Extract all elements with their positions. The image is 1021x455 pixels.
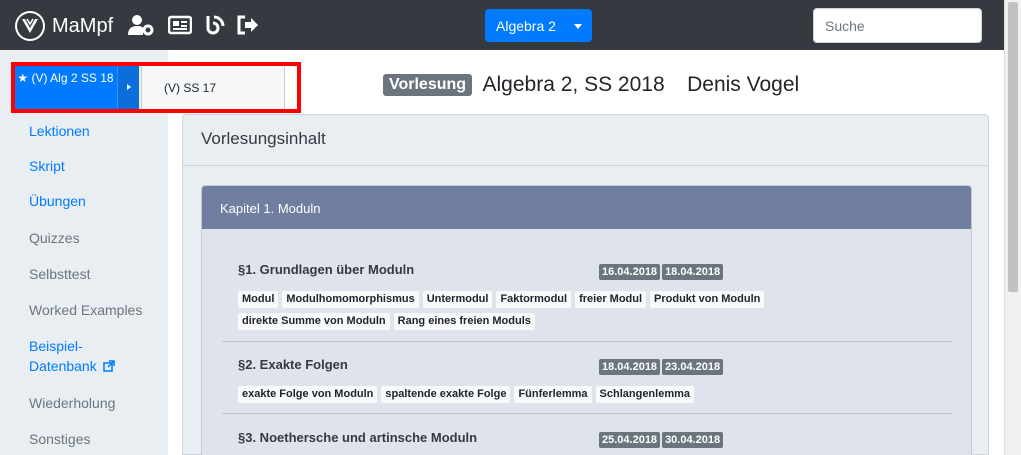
section-title[interactable]: §3. Noethersche und artinsche Moduln: [238, 430, 477, 445]
tag[interactable]: Rang eines freien Moduls: [393, 313, 535, 330]
lecture-header: Vorlesung Algebra 2, SS 2018 Denis Vogel: [383, 73, 799, 103]
tag[interactable]: Produkt von Moduln: [650, 291, 765, 308]
sidebar-item-datenbank[interactable]: Datenbank: [29, 358, 115, 375]
caret-down-icon: [574, 24, 582, 29]
tag[interactable]: spaltende exakte Folge: [381, 386, 511, 403]
section-dates: 25.04.2018 30.04.2018: [599, 430, 725, 448]
teacher-name: Denis Vogel: [687, 73, 800, 96]
tag[interactable]: Fünferlemma: [514, 386, 592, 403]
section-item: §3. Noethersche und artinsche Moduln 25.…: [238, 430, 954, 452]
user-cog-icon[interactable]: [128, 14, 154, 36]
chapter-header[interactable]: Kapitel 1. Moduln: [202, 186, 971, 229]
sidebar-item-uebungen[interactable]: Übungen: [29, 193, 86, 209]
sidebar-item-beispiel[interactable]: Beispiel-: [29, 338, 83, 354]
tag[interactable]: freier Modul: [575, 291, 647, 308]
tag[interactable]: Untermodul: [422, 291, 493, 308]
sidebar-item-selbsttest[interactable]: Selbsttest: [29, 266, 90, 282]
tag[interactable]: Schlangenlemma: [595, 386, 695, 403]
section-title[interactable]: §2. Exakte Folgen: [238, 357, 348, 372]
sidebar-item-lektionen[interactable]: Lektionen: [29, 123, 90, 139]
external-link-icon: [102, 359, 115, 375]
section-dates: 18.04.2018 23.04.2018: [599, 357, 725, 375]
mampf-logo-icon[interactable]: [15, 11, 45, 41]
section-title[interactable]: §1. Grundlagen über Moduln: [238, 262, 414, 277]
search-input[interactable]: [813, 8, 982, 43]
section-dates: 16.04.2018 18.04.2018: [599, 262, 725, 280]
sidebar-item-skript[interactable]: Skript: [29, 158, 65, 174]
feed-icon[interactable]: [204, 14, 230, 36]
lecture-content-card: Vorlesungsinhalt Kapitel 1. Moduln §1. G…: [182, 114, 989, 455]
page-title: Algebra 2, SS 2018: [482, 73, 665, 96]
section-item: §1. Grundlagen über Moduln 16.04.2018 18.…: [238, 262, 954, 332]
date-badge[interactable]: 23.04.2018: [662, 359, 724, 375]
course-select-dropdown[interactable]: Algebra 2: [485, 9, 592, 42]
date-badge[interactable]: 18.04.2018: [599, 359, 661, 375]
brand-name[interactable]: MaMpf: [52, 15, 113, 38]
chapter-card: Kapitel 1. Moduln §1. Grundlagen über Mo…: [201, 185, 972, 455]
page-scrollbar[interactable]: [1004, 0, 1021, 455]
sidebar-item-worked-examples[interactable]: Worked Examples: [29, 302, 142, 318]
date-badge[interactable]: 30.04.2018: [662, 432, 724, 448]
tag-list: Modul Modulhomomorphismus Untermodul Faktor…: [238, 287, 838, 331]
card-divider: [183, 165, 988, 166]
highlight-annotation-box: [11, 62, 301, 113]
card-title: Vorlesungsinhalt: [201, 129, 326, 148]
chapter-title: Kapitel 1. Moduln: [220, 201, 321, 216]
tag[interactable]: Modulhomomorphismus: [282, 291, 419, 308]
tag-list: exakte Folge von Moduln spaltende exakte …: [238, 382, 838, 404]
tag[interactable]: direkte Summe von Moduln: [238, 313, 390, 330]
newspaper-icon[interactable]: [167, 14, 194, 36]
sidebar-item-datenbank-label: Datenbank: [29, 358, 97, 374]
sidebar-item-quizzes[interactable]: Quizzes: [29, 230, 80, 246]
lecture-type-badge: Vorlesung: [383, 74, 473, 96]
section-divider: [222, 413, 953, 414]
sidebar-item-wiederholung[interactable]: Wiederholung: [29, 395, 115, 411]
date-badge[interactable]: 16.04.2018: [599, 264, 661, 280]
date-badge[interactable]: 18.04.2018: [662, 264, 724, 280]
section-item: §2. Exakte Folgen 18.04.2018 23.04.2018 e…: [238, 357, 954, 405]
tag[interactable]: Faktormodul: [496, 291, 572, 308]
scrollbar-thumb[interactable]: [1008, 2, 1018, 292]
logout-icon[interactable]: [236, 14, 262, 36]
tag[interactable]: Modul: [238, 291, 279, 308]
date-badge[interactable]: 25.04.2018: [599, 432, 661, 448]
course-select-label: Algebra 2: [496, 18, 556, 34]
top-navbar: MaMpf Algebra 2: [0, 0, 1004, 50]
tag[interactable]: exakte Folge von Moduln: [238, 386, 378, 403]
section-divider: [222, 341, 953, 342]
sidebar-item-sonstiges[interactable]: Sonstiges: [29, 431, 90, 447]
